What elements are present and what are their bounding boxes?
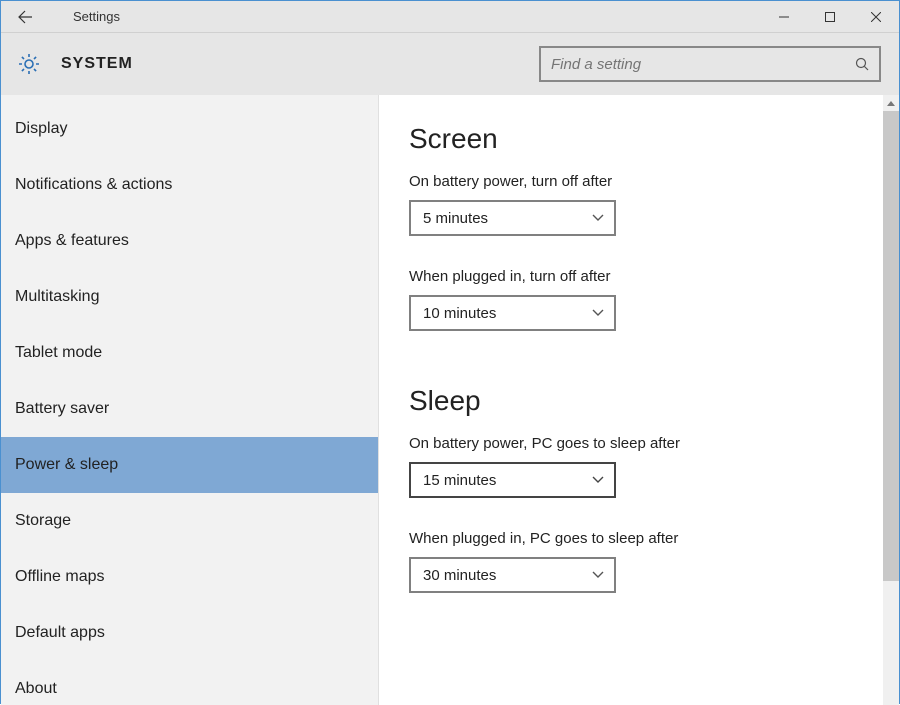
titlebar: Settings xyxy=(1,1,899,33)
minimize-icon xyxy=(779,12,789,22)
sidebar-item-label: Notifications & actions xyxy=(15,176,172,194)
select-value: 5 minutes xyxy=(423,210,488,227)
search-icon xyxy=(855,57,869,71)
sidebar-item-label: About xyxy=(15,680,57,698)
sidebar-item-label: Apps & features xyxy=(15,232,129,250)
search-box[interactable] xyxy=(539,46,881,82)
sidebar-item-label: Default apps xyxy=(15,624,105,642)
chevron-down-icon xyxy=(592,214,604,222)
chevron-down-icon xyxy=(592,309,604,317)
vertical-scrollbar[interactable] xyxy=(883,95,899,705)
window-title: Settings xyxy=(73,9,120,24)
header: SYSTEM xyxy=(1,33,899,95)
close-button[interactable] xyxy=(853,1,899,33)
sidebar-item-label: Offline maps xyxy=(15,568,105,586)
sidebar-item-battery-saver[interactable]: Battery saver xyxy=(1,381,378,437)
sidebar-item-storage[interactable]: Storage xyxy=(1,493,378,549)
screen-battery-select[interactable]: 5 minutes xyxy=(409,200,616,236)
scroll-up-arrow-icon[interactable] xyxy=(883,95,899,111)
screen-plugged-label: When plugged in, turn off after xyxy=(409,268,869,285)
screen-heading: Screen xyxy=(409,123,869,155)
content-pane: Screen On battery power, turn off after … xyxy=(379,95,899,705)
sidebar-item-apps-features[interactable]: Apps & features xyxy=(1,213,378,269)
sidebar-item-multitasking[interactable]: Multitasking xyxy=(1,269,378,325)
scrollbar-thumb[interactable] xyxy=(883,111,899,581)
sidebar: Display Notifications & actions Apps & f… xyxy=(1,95,379,705)
sidebar-item-tablet-mode[interactable]: Tablet mode xyxy=(1,325,378,381)
sidebar-item-label: Power & sleep xyxy=(15,456,118,474)
select-value: 15 minutes xyxy=(423,472,496,489)
sidebar-item-label: Display xyxy=(15,120,67,138)
maximize-icon xyxy=(825,12,835,22)
search-input[interactable] xyxy=(551,56,855,73)
back-arrow-icon xyxy=(17,9,33,25)
section-title: SYSTEM xyxy=(61,55,133,73)
sidebar-item-notifications[interactable]: Notifications & actions xyxy=(1,157,378,213)
sidebar-item-display[interactable]: Display xyxy=(1,101,378,157)
sidebar-item-offline-maps[interactable]: Offline maps xyxy=(1,549,378,605)
select-value: 10 minutes xyxy=(423,305,496,322)
maximize-button[interactable] xyxy=(807,1,853,33)
sidebar-item-about[interactable]: About xyxy=(1,661,378,705)
screen-plugged-select[interactable]: 10 minutes xyxy=(409,295,616,331)
minimize-button[interactable] xyxy=(761,1,807,33)
sleep-plugged-select[interactable]: 30 minutes xyxy=(409,557,616,593)
sidebar-item-label: Tablet mode xyxy=(15,344,102,362)
sidebar-item-label: Storage xyxy=(15,512,71,530)
sidebar-item-power-sleep[interactable]: Power & sleep xyxy=(1,437,378,493)
sidebar-item-default-apps[interactable]: Default apps xyxy=(1,605,378,661)
close-icon xyxy=(871,12,881,22)
sleep-battery-select[interactable]: 15 minutes xyxy=(409,462,616,498)
select-value: 30 minutes xyxy=(423,567,496,584)
sidebar-item-label: Multitasking xyxy=(15,288,99,306)
back-button[interactable] xyxy=(1,1,49,33)
sleep-heading: Sleep xyxy=(409,385,869,417)
screen-battery-label: On battery power, turn off after xyxy=(409,173,869,190)
sleep-plugged-label: When plugged in, PC goes to sleep after xyxy=(409,530,869,547)
sidebar-item-label: Battery saver xyxy=(15,400,109,418)
chevron-down-icon xyxy=(592,476,604,484)
settings-gear-icon xyxy=(15,50,43,78)
sleep-battery-label: On battery power, PC goes to sleep after xyxy=(409,435,869,452)
chevron-down-icon xyxy=(592,571,604,579)
